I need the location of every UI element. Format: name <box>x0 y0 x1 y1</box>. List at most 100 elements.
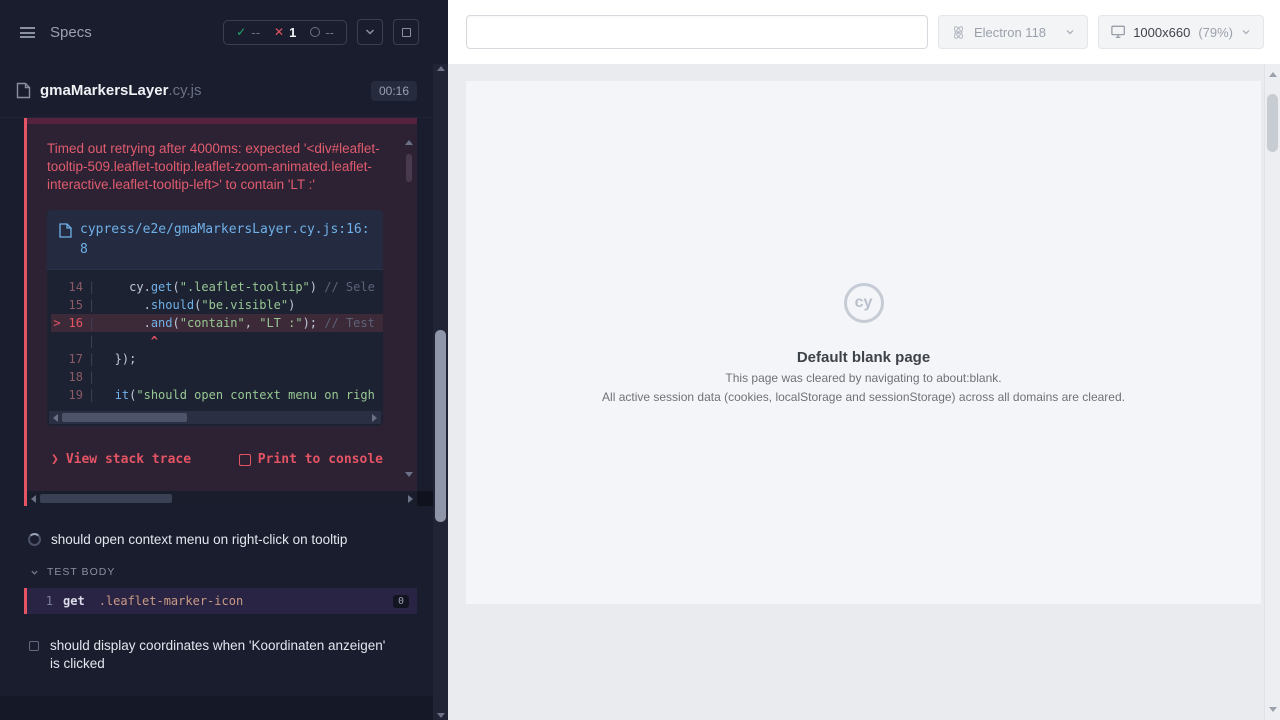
viewport-scale: (79%) <box>1198 25 1233 40</box>
command-log-entry[interactable]: 1 get .leaflet-marker-icon 0 <box>24 588 417 614</box>
scroll-down-arrow[interactable] <box>437 713 445 718</box>
test-stats: ✓-- ✕1 -- <box>223 20 347 45</box>
viewport-size: 1000x660 <box>1133 25 1190 40</box>
test-item-running[interactable]: should open context menu on right-click … <box>0 522 433 558</box>
code-horizontal-scrollbar[interactable] <box>49 411 381 424</box>
pending-count: -- <box>325 25 334 40</box>
scroll-up-arrow[interactable] <box>437 66 445 71</box>
failed-count: 1 <box>289 25 296 40</box>
command-message: .leaflet-marker-icon <box>99 594 244 608</box>
chevron-down-icon <box>1241 27 1251 37</box>
code-lines: 14| cy.get(".leaflet-tooltip") // Sele 1… <box>47 270 383 408</box>
code-line: 14| cy.get(".leaflet-tooltip") // Sele <box>51 278 383 296</box>
stage-panel: Electron 118 1000x660 (79%) <box>448 0 1280 720</box>
failed-attempt-block: Timed out retrying after 4000ms: expecte… <box>24 118 417 506</box>
code-frame-header: cypress/e2e/gmaMarkersLayer.cy.js:16:8 <box>47 210 383 270</box>
command-number: 1 <box>27 594 53 608</box>
chevron-down-icon <box>30 568 39 577</box>
view-stack-trace-link[interactable]: ❯ View stack trace <box>51 452 191 467</box>
scroll-left-arrow[interactable] <box>53 414 58 422</box>
viewport-icon <box>1111 25 1125 39</box>
scroll-down-arrow[interactable] <box>405 472 413 477</box>
spec-name-ext: .cy.js <box>168 82 201 99</box>
reporter-content: Timed out retrying after 4000ms: expecte… <box>0 118 433 720</box>
code-line: 17| }); <box>51 350 383 368</box>
reporter-header: Specs ✓-- ✕1 -- <box>0 0 433 64</box>
chevron-down-icon <box>364 26 376 38</box>
scroll-thumb[interactable] <box>62 413 187 422</box>
spec-name: gmaMarkersLayer.cy.js <box>40 82 201 99</box>
code-line: | ^ <box>51 332 383 350</box>
view-stack-trace-label: View stack trace <box>66 452 191 467</box>
url-input[interactable] <box>466 15 928 49</box>
scroll-right-arrow[interactable] <box>408 495 413 503</box>
spinner-icon <box>28 533 41 546</box>
reporter-scrollbar[interactable] <box>433 64 448 720</box>
error-panel: Timed out retrying after 4000ms: expecte… <box>27 124 417 491</box>
reporter-horizontal-scrollbar[interactable] <box>27 491 417 506</box>
aut-scrollbar[interactable] <box>1264 64 1280 720</box>
passed-count: -- <box>251 25 260 40</box>
reporter-empty-area <box>0 696 433 720</box>
scroll-down-arrow[interactable] <box>1269 707 1277 712</box>
test-body-label: TEST BODY <box>47 566 115 578</box>
pending-box-icon <box>29 641 39 651</box>
console-icon <box>239 454 251 466</box>
command-count-badge: 0 <box>393 595 409 608</box>
collapse-all-button[interactable] <box>357 19 383 45</box>
chevron-down-icon <box>1065 27 1075 37</box>
error-vertical-scrollbar[interactable] <box>404 138 414 479</box>
file-icon <box>16 82 31 99</box>
scroll-up-arrow[interactable] <box>1269 72 1277 77</box>
test-title: should open context menu on right-click … <box>51 531 347 549</box>
spec-name-main: gmaMarkersLayer <box>40 82 168 99</box>
spec-header[interactable]: gmaMarkersLayer.cy.js 00:16 <box>0 64 433 118</box>
code-line: 18| <box>51 368 383 386</box>
scroll-right-arrow[interactable] <box>372 414 377 422</box>
test-title: should display coordinates when 'Koordin… <box>50 637 395 673</box>
aut-iframe[interactable]: cy Default blank page This page was clea… <box>466 81 1261 604</box>
stop-icon <box>402 28 411 37</box>
scroll-thumb[interactable] <box>40 494 172 503</box>
electron-icon <box>951 25 966 40</box>
scroll-up-arrow[interactable] <box>405 140 413 145</box>
stat-failed: ✕1 <box>274 25 296 40</box>
scroll-thumb[interactable] <box>1267 94 1278 152</box>
scrollbar-corner <box>417 491 433 506</box>
blank-page-title: Default blank page <box>466 349 1261 366</box>
blank-page-line2: All active session data (cookies, localS… <box>466 390 1261 404</box>
code-line: 19| it("should open context menu on righ <box>51 386 383 404</box>
test-body-toggle[interactable]: TEST BODY <box>0 558 433 586</box>
specs-list-icon[interactable] <box>14 19 40 45</box>
viewport-selector[interactable]: 1000x660 (79%) <box>1098 15 1264 49</box>
command-name: get <box>63 594 85 608</box>
spec-duration: 00:16 <box>371 81 417 101</box>
check-icon: ✓ <box>236 25 246 39</box>
code-line: >16| .and("contain", "LT :"); // Test <box>51 314 383 332</box>
scroll-thumb[interactable] <box>435 330 446 522</box>
scroll-left-arrow[interactable] <box>31 495 36 503</box>
code-frame: cypress/e2e/gmaMarkersLayer.cy.js:16:8 1… <box>47 210 383 426</box>
file-icon <box>59 223 72 238</box>
stop-button[interactable] <box>393 19 419 45</box>
reporter-panel: Specs ✓-- ✕1 -- gmaMarkersLayer.cy.js 00… <box>0 0 433 720</box>
error-message: Timed out retrying after 4000ms: expecte… <box>47 140 391 194</box>
stat-passed: ✓ -- <box>236 25 260 40</box>
browser-selector[interactable]: Electron 118 <box>938 15 1088 49</box>
print-to-console-link[interactable]: Print to console <box>239 452 383 467</box>
cypress-logo: cy <box>844 283 884 323</box>
aut-container: cy Default blank page This page was clea… <box>448 64 1280 720</box>
cypress-runner: Specs ✓-- ✕1 -- gmaMarkersLayer.cy.js 00… <box>0 0 1280 720</box>
pending-circle-icon <box>310 27 320 37</box>
stat-pending: -- <box>310 25 334 40</box>
x-icon: ✕ <box>274 25 284 39</box>
code-line: 15| .should("be.visible") <box>51 296 383 314</box>
chevron-right-icon: ❯ <box>51 452 59 467</box>
blank-page-message: cy Default blank page This page was clea… <box>466 283 1261 404</box>
code-frame-file-link[interactable]: cypress/e2e/gmaMarkersLayer.cy.js:16:8 <box>80 220 371 259</box>
print-to-console-label: Print to console <box>258 452 383 467</box>
specs-title: Specs <box>50 24 92 41</box>
scroll-thumb[interactable] <box>406 154 412 182</box>
test-item-pending[interactable]: should display coordinates when 'Koordin… <box>0 628 433 682</box>
blank-page-line1: This page was cleared by navigating to a… <box>466 371 1261 385</box>
